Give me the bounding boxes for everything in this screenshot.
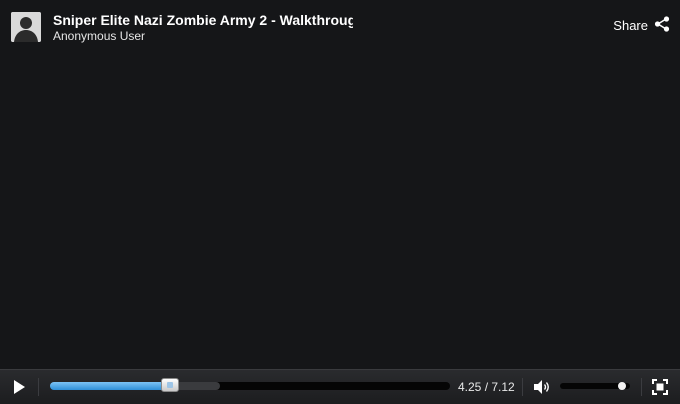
share-icon (654, 15, 670, 35)
share-button[interactable]: Share (613, 15, 670, 35)
control-bar: 4.25 / 7.12 (0, 369, 680, 404)
fullscreen-icon (652, 379, 668, 399)
share-label: Share (613, 17, 648, 33)
volume-button[interactable] (532, 378, 552, 396)
volume-slider[interactable] (560, 382, 630, 390)
volume-icon (532, 380, 552, 400)
progress-bar[interactable] (50, 378, 450, 392)
volume-slider-handle[interactable] (618, 382, 627, 390)
video-title: Sniper Elite Nazi Zombie Army 2 - Walkth… (53, 12, 353, 28)
progress-scrubber-handle[interactable] (161, 378, 179, 392)
video-author: Anonymous User (53, 29, 146, 43)
play-icon (9, 380, 29, 400)
progress-played (50, 382, 170, 390)
divider (38, 378, 39, 396)
divider (641, 378, 642, 396)
video-header: Sniper Elite Nazi Zombie Army 2 - Walkth… (0, 0, 680, 52)
user-avatar (11, 12, 41, 42)
divider (522, 378, 523, 396)
play-button[interactable] (9, 378, 29, 396)
fullscreen-button[interactable] (652, 379, 668, 395)
video-player[interactable]: Sniper Elite Nazi Zombie Army 2 - Walkth… (0, 0, 680, 404)
time-display: 4.25 / 7.12 (458, 380, 515, 394)
